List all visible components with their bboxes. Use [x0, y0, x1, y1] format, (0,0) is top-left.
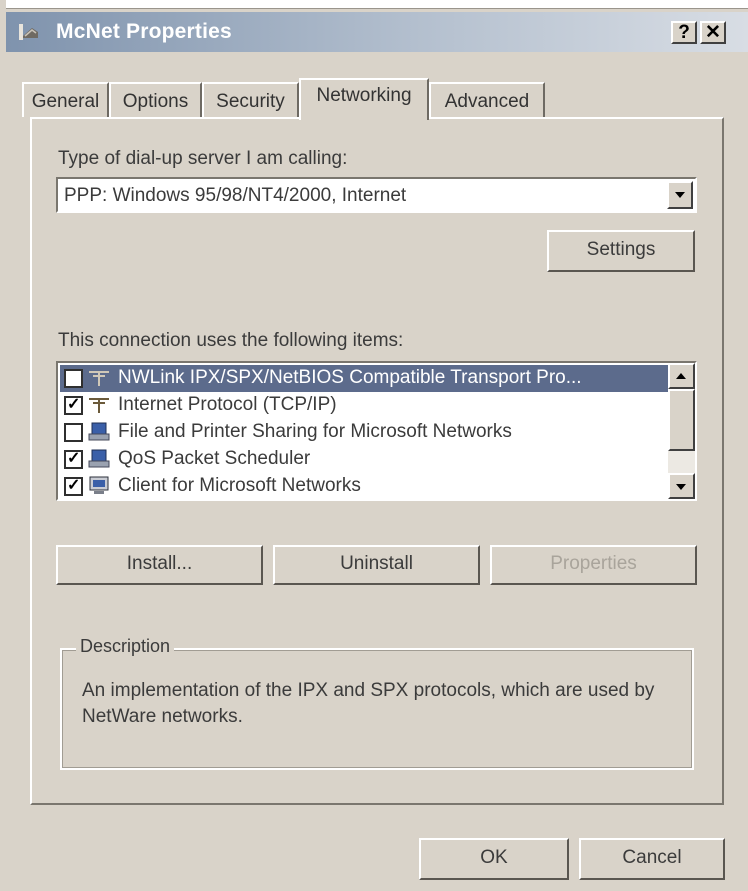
scroll-down-button[interactable]: [668, 473, 695, 499]
scroll-up-button[interactable]: [668, 363, 695, 389]
service-icon: [88, 422, 110, 441]
install-button[interactable]: Install...: [56, 545, 263, 585]
properties-dialog: McNet Properties ? ✕ General Options Sec…: [0, 0, 748, 891]
client-icon: [89, 476, 109, 494]
close-icon: ✕: [705, 22, 721, 43]
item-checkbox[interactable]: [64, 369, 83, 388]
list-item[interactable]: ✓ QoS Packet Scheduler: [60, 446, 668, 473]
item-checkbox[interactable]: ✓: [64, 396, 83, 415]
description-title: Description: [76, 636, 175, 657]
settings-button[interactable]: Settings: [547, 230, 695, 272]
chevron-down-icon: [675, 192, 685, 198]
list-item[interactable]: ✓ Client for Microsoft Networks: [60, 473, 668, 499]
help-button[interactable]: ?: [671, 21, 697, 44]
checkmark-icon: ✓: [67, 396, 81, 413]
title-bar[interactable]: McNet Properties ? ✕: [6, 12, 748, 52]
cancel-button[interactable]: Cancel: [579, 838, 725, 880]
protocol-icon: [89, 398, 109, 413]
service-icon: [88, 449, 110, 468]
tab-options[interactable]: Options: [109, 82, 202, 117]
window-title: McNet Properties: [56, 20, 232, 43]
server-type-select[interactable]: PPP: Windows 95/98/NT4/2000, Internet: [56, 177, 697, 213]
protocol-icon: [89, 371, 109, 386]
list-scrollbar[interactable]: [668, 363, 695, 499]
checkmark-icon: ✓: [67, 450, 81, 467]
connection-icon: [19, 24, 38, 40]
properties-button[interactable]: Properties: [490, 545, 697, 585]
checkmark-icon: ✓: [67, 477, 81, 494]
server-type-label: Type of dial-up server I am calling:: [58, 148, 348, 169]
close-button[interactable]: ✕: [700, 21, 726, 44]
background-window-edge: [6, 0, 748, 9]
tab-general[interactable]: General: [22, 82, 109, 117]
list-item[interactable]: NWLink IPX/SPX/NetBIOS Compatible Transp…: [60, 365, 668, 392]
item-checkbox[interactable]: ✓: [64, 450, 83, 469]
list-item[interactable]: ✓ Internet Protocol (TCP/IP): [60, 392, 668, 419]
item-checkbox[interactable]: [64, 423, 83, 442]
server-type-dropdown-button[interactable]: [667, 181, 693, 209]
arrow-up-icon: [676, 373, 686, 379]
item-checkbox[interactable]: ✓: [64, 477, 83, 496]
tab-advanced[interactable]: Advanced: [429, 82, 545, 117]
description-group: Description An implementation of the IPX…: [60, 636, 694, 770]
uninstall-button[interactable]: Uninstall: [273, 545, 480, 585]
items-listbox[interactable]: NWLink IPX/SPX/NetBIOS Compatible Transp…: [56, 361, 697, 501]
ok-button[interactable]: OK: [419, 838, 569, 880]
scroll-thumb[interactable]: [668, 389, 695, 451]
tab-security[interactable]: Security: [202, 82, 299, 117]
server-type-value: PPP: Windows 95/98/NT4/2000, Internet: [64, 185, 407, 206]
description-text: An implementation of the IPX and SPX pro…: [82, 680, 655, 727]
tab-networking[interactable]: Networking: [299, 78, 429, 120]
items-label: This connection uses the following items…: [58, 330, 404, 351]
arrow-down-icon: [676, 484, 686, 490]
list-item[interactable]: File and Printer Sharing for Microsoft N…: [60, 419, 668, 446]
